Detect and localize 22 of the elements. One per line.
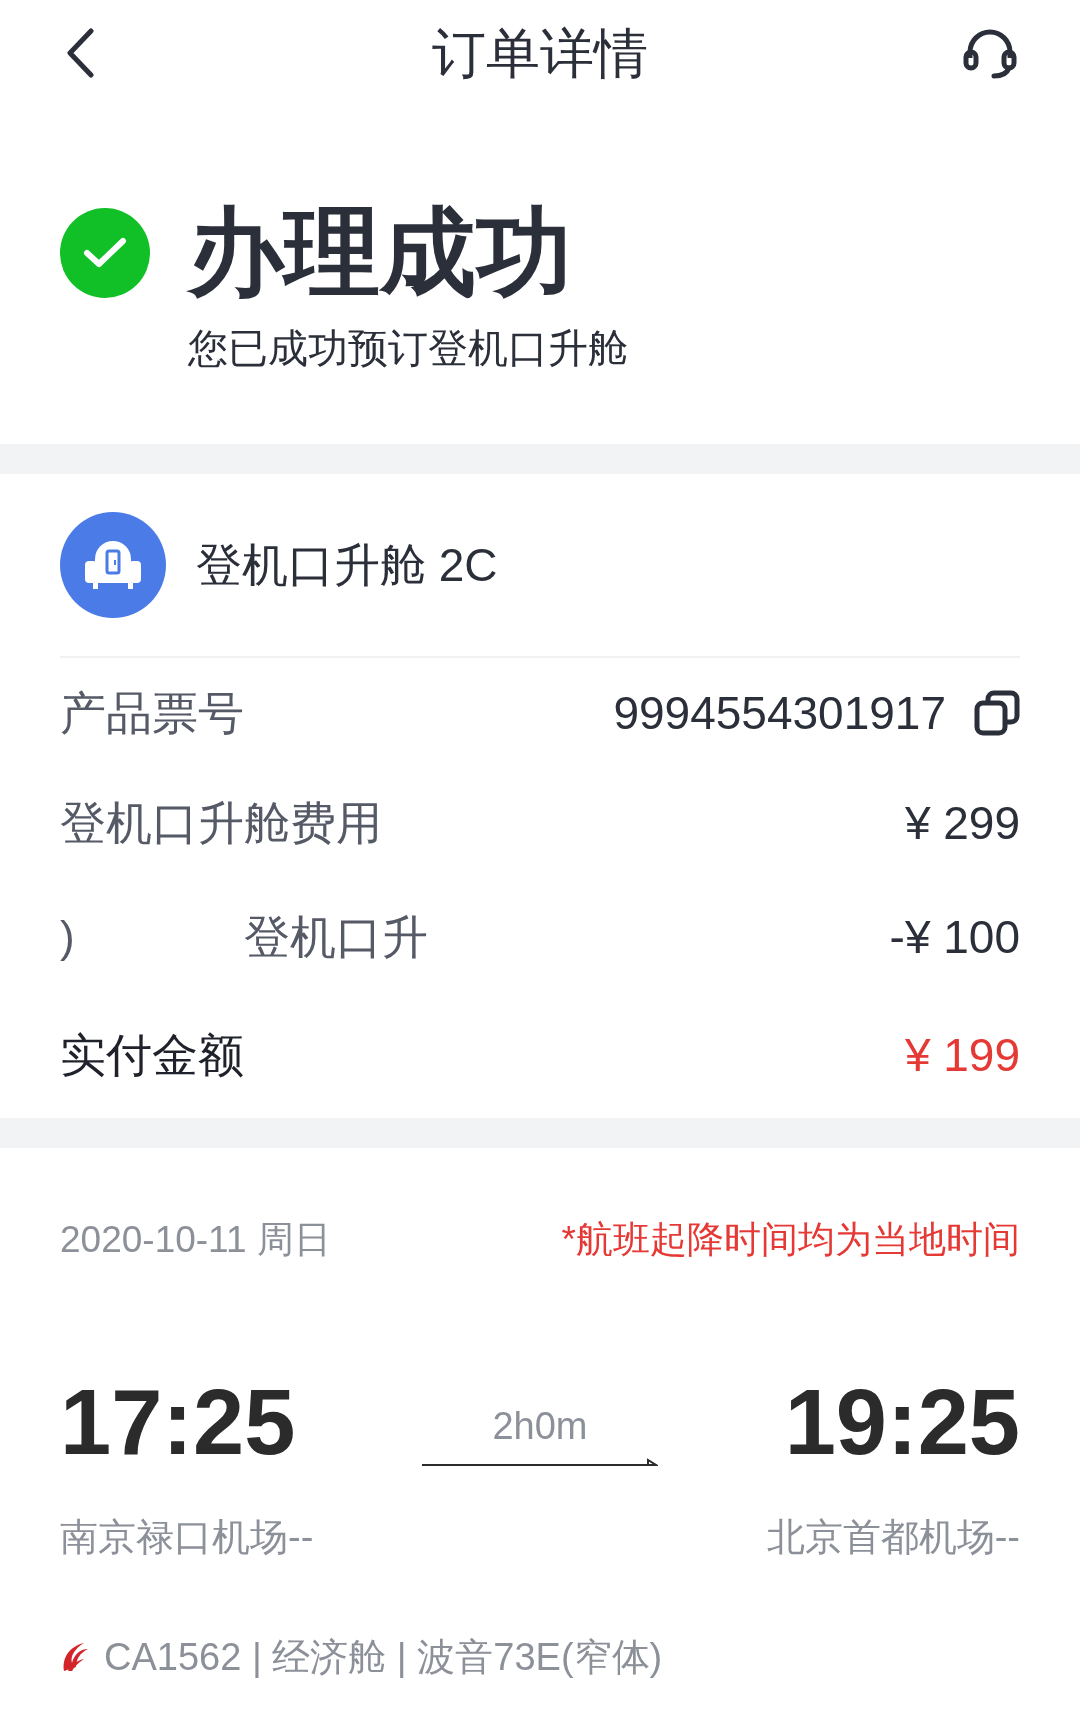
- flight-info: CA1562 | 经济舱 | 波音73E(窄体): [104, 1638, 663, 1676]
- amount-text: ¥ 199: [904, 1032, 1020, 1078]
- copy-icon[interactable]: [974, 690, 1020, 736]
- amount-text: ¥ 299: [904, 800, 1020, 846]
- time-note: *航班起降时间均为当地时间: [561, 1220, 1020, 1258]
- duration-text: 2h0m: [492, 1407, 588, 1445]
- amount-text: -¥ 100: [889, 914, 1020, 960]
- page-title: 订单详情: [432, 26, 648, 80]
- status-title: 办理成功: [188, 204, 573, 300]
- arrival-time: 19:25: [784, 1376, 1020, 1468]
- row-label: 登机口升: [244, 914, 428, 960]
- departure-airport: 南京禄口机场--: [60, 1518, 314, 1556]
- status-subtitle: 您已成功预订登机口升舱: [188, 328, 628, 368]
- product-title: 登机口升舱 2C: [196, 542, 498, 588]
- departure-time: 17:25: [60, 1376, 296, 1468]
- flight-date: 2020-10-11 周日: [60, 1220, 331, 1258]
- bracket-text: ): [60, 915, 76, 959]
- arrival-airport: 北京首都机场--: [766, 1518, 1020, 1556]
- row-label: 产品票号: [60, 690, 244, 736]
- row-label: 实付金额: [60, 1032, 244, 1078]
- ticket-number: 9994554301917: [613, 690, 946, 736]
- row-label: 登机口升舱费用: [60, 800, 382, 846]
